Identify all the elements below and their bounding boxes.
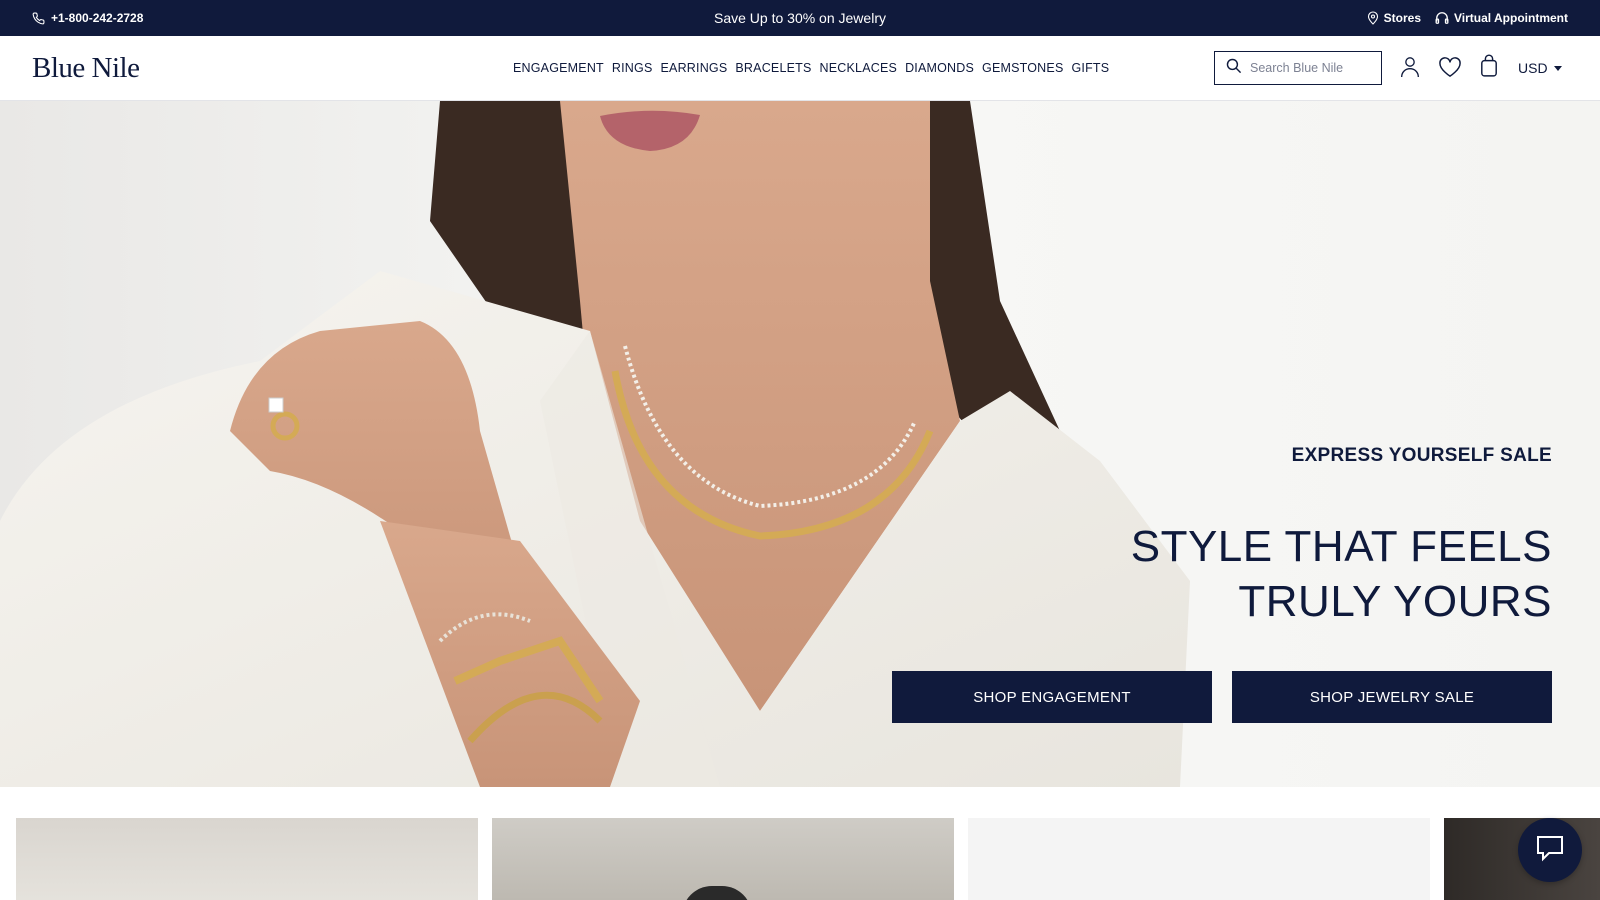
nav-bracelets[interactable]: BRACELETS (735, 61, 811, 75)
shop-jewelry-sale-button[interactable]: SHOP JEWELRY SALE (1232, 671, 1552, 723)
nav-gifts[interactable]: GIFTS (1071, 61, 1109, 75)
virtual-appointment-link[interactable]: Virtual Appointment (1435, 11, 1568, 25)
site-header: Blue Nile ENGAGEMENT RINGS EARRINGS BRAC… (0, 36, 1600, 101)
category-card[interactable] (16, 818, 478, 900)
search-input[interactable] (1250, 61, 1370, 75)
chat-button[interactable] (1518, 818, 1582, 882)
heart-icon[interactable] (1438, 56, 1462, 83)
nav-gemstones[interactable]: GEMSTONES (982, 61, 1063, 75)
hero-banner: EXPRESS YOURSELF SALE STYLE THAT FEELS T… (0, 101, 1600, 787)
hero-headline-line1: STYLE THAT FEELS (1130, 522, 1552, 571)
category-cards (0, 818, 1600, 900)
user-icon[interactable] (1400, 56, 1420, 83)
chevron-down-icon (1553, 65, 1562, 71)
shopping-bag-icon[interactable] (1480, 54, 1498, 83)
map-pin-icon (1367, 11, 1379, 25)
hero-headline-line2: TRULY YOURS (1238, 577, 1552, 626)
blue-nile-logo[interactable]: Blue Nile (32, 52, 140, 85)
promo-message[interactable]: Save Up to 30% on Jewelry (0, 0, 1600, 36)
nav-earrings[interactable]: EARRINGS (661, 61, 728, 75)
currency-label: USD (1518, 60, 1548, 76)
nav-diamonds[interactable]: DIAMONDS (905, 61, 974, 75)
nav-necklaces[interactable]: NECKLACES (820, 61, 898, 75)
currency-selector[interactable]: USD (1518, 60, 1562, 76)
nav-rings[interactable]: RINGS (612, 61, 653, 75)
headset-icon (1435, 11, 1449, 25)
chat-icon (1535, 834, 1565, 867)
category-card[interactable] (968, 818, 1430, 900)
top-promo-bar: +1-800-242-2728 Save Up to 30% on Jewelr… (0, 0, 1600, 36)
hero-headline: STYLE THAT FEELS TRULY YOURS (952, 519, 1552, 629)
stores-link[interactable]: Stores (1367, 11, 1421, 25)
category-card[interactable] (492, 818, 954, 900)
nav-engagement[interactable]: ENGAGEMENT (513, 61, 604, 75)
search-icon[interactable] (1225, 57, 1242, 79)
main-nav: ENGAGEMENT RINGS EARRINGS BRACELETS NECK… (513, 36, 1109, 100)
ring-image (682, 886, 752, 900)
hero-eyebrow: EXPRESS YOURSELF SALE (1291, 445, 1552, 466)
search-box[interactable] (1214, 51, 1382, 85)
stores-label: Stores (1383, 11, 1421, 25)
virtual-appointment-label: Virtual Appointment (1454, 11, 1568, 25)
shop-engagement-button[interactable]: SHOP ENGAGEMENT (892, 671, 1212, 723)
